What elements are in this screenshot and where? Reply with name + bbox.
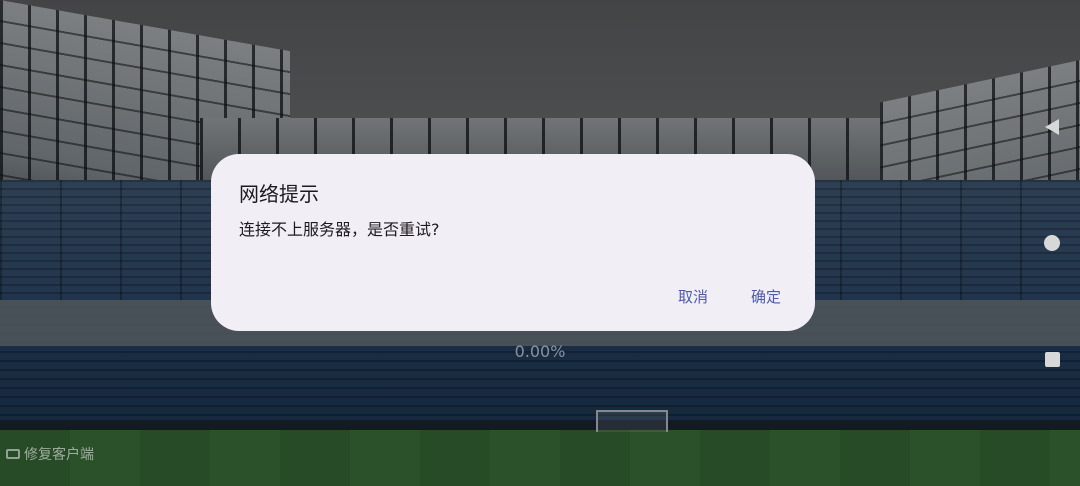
repair-client-link[interactable]: 修复客户端: [6, 444, 94, 464]
back-icon[interactable]: [1042, 117, 1062, 137]
confirm-button[interactable]: 确定: [751, 286, 781, 307]
network-alert-dialog: 网络提示 连接不上服务器，是否重试? 取消 确定: [211, 154, 815, 331]
dialog-message: 连接不上服务器，是否重试?: [239, 220, 440, 239]
home-icon[interactable]: [1042, 234, 1062, 254]
recents-icon[interactable]: [1042, 350, 1062, 370]
repair-icon: [6, 449, 20, 459]
repair-client-label: 修复客户端: [24, 447, 94, 463]
cancel-button[interactable]: 取消: [678, 286, 708, 307]
loading-progress-text: 0.00%: [514, 342, 566, 361]
system-navigation-bar: [1024, 0, 1080, 486]
dialog-title: 网络提示: [239, 182, 319, 206]
